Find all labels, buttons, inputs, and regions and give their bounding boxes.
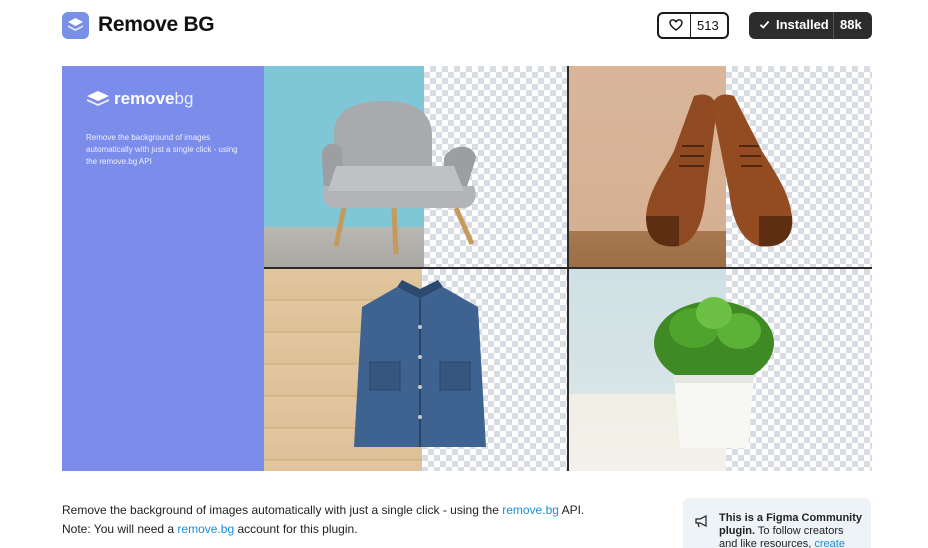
installed-divider — [833, 12, 834, 39]
description-line-2: Note: You will need a remove.bg account … — [62, 522, 358, 536]
description-line-1: Remove the background of images automati… — [62, 503, 585, 517]
plant-sample — [569, 269, 872, 471]
megaphone-icon — [695, 515, 707, 528]
like-count: 513 — [697, 18, 719, 33]
installed-button[interactable]: Installed 88k — [749, 12, 872, 39]
brand-bold: remove — [114, 89, 175, 108]
community-notice-text: This is a Figma Community plugin. To fol… — [719, 512, 863, 548]
check-icon — [759, 20, 770, 29]
page-title: Remove BG — [98, 13, 215, 36]
hero-image: removebg Remove the background of images… — [62, 66, 872, 471]
stacked-layers-icon — [62, 12, 89, 39]
layers-logo-icon — [87, 91, 109, 106]
community-notice: This is a Figma Community plugin. To fol… — [683, 498, 871, 548]
create-account-link[interactable]: create — [814, 538, 845, 548]
shirt-sample — [264, 269, 567, 471]
removebg-link[interactable]: remove.bg — [502, 503, 559, 517]
heart-icon — [669, 19, 683, 31]
installed-label: Installed — [776, 17, 829, 32]
brand-light: bg — [174, 89, 194, 108]
like-divider — [690, 14, 691, 37]
armchair-image — [321, 101, 476, 255]
grid-divider-horizontal — [264, 267, 872, 269]
denim-shirt-image — [354, 280, 486, 447]
shoes-sample — [569, 66, 872, 267]
removebg-account-link[interactable]: remove.bg — [177, 522, 234, 536]
users-count: 88k — [840, 17, 862, 32]
shoes-image — [646, 94, 793, 247]
hero-brand-panel: removebg Remove the background of images… — [62, 66, 264, 471]
like-button[interactable]: 513 — [657, 12, 729, 39]
hero-tagline: Remove the background of images automati… — [86, 133, 238, 166]
plugin-description: Remove the background of images automati… — [62, 501, 622, 539]
plugin-header: Remove BG 513 Installed 88k — [62, 12, 872, 40]
potted-plant-image — [654, 297, 774, 448]
chair-sample — [264, 66, 567, 267]
